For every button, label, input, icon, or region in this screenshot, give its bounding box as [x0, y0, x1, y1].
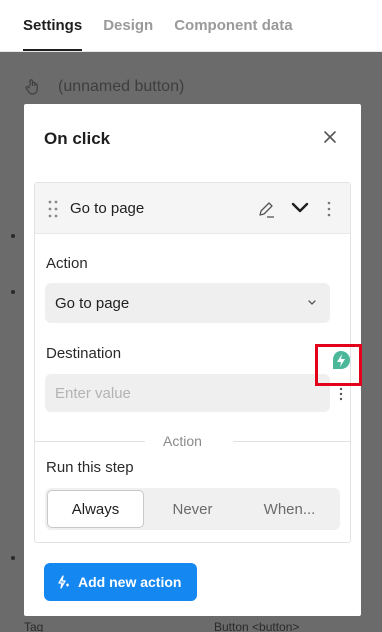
modal-title: On click [44, 129, 111, 148]
component-name: (unnamed button) [58, 78, 185, 95]
drag-handle-icon[interactable] [48, 200, 58, 218]
run-step-segmented-control: Always Never When... [45, 488, 340, 530]
tag-label: Tag [24, 620, 44, 632]
separator-label: Action [163, 433, 202, 449]
hand-pointer-icon [25, 79, 38, 95]
chevron-down-icon[interactable] [290, 201, 310, 215]
lightning-plus-icon [58, 575, 69, 589]
destination-input[interactable] [45, 374, 330, 412]
run-option-never[interactable]: Never [144, 490, 241, 528]
bullet [11, 556, 15, 560]
dynamic-value-icon[interactable] [331, 350, 351, 372]
action-step-card: Go to page Action Go to page Destination [34, 182, 351, 543]
action-select[interactable]: Go to page [45, 283, 330, 323]
component-row: (unnamed button) [24, 78, 184, 96]
tab-design[interactable]: Design [103, 17, 153, 51]
separator-line [233, 441, 350, 442]
step-title: Go to page [70, 200, 145, 217]
more-options-icon[interactable] [339, 387, 343, 401]
separator-line [35, 441, 145, 442]
step-header[interactable]: Go to page [35, 183, 350, 234]
more-options-icon[interactable] [327, 200, 331, 218]
action-select-value: Go to page [55, 295, 130, 312]
close-icon[interactable] [321, 128, 339, 146]
settings-tabs: Settings Design Component data [0, 0, 382, 52]
run-option-always[interactable]: Always [47, 490, 144, 528]
destination-label: Destination [46, 345, 122, 362]
bullet [11, 234, 15, 238]
run-step-label: Run this step [46, 459, 134, 476]
add-new-action-label: Add new action [78, 574, 182, 590]
tag-value: Button <button> [214, 620, 300, 632]
edit-pencil-icon[interactable] [257, 200, 275, 218]
chevron-down-icon [308, 300, 316, 305]
bullet [11, 290, 15, 294]
section-separator: Action [35, 433, 350, 449]
run-option-when[interactable]: When... [241, 490, 338, 528]
tab-component-data[interactable]: Component data [174, 17, 292, 51]
action-label: Action [46, 255, 88, 272]
on-click-modal: On click Go to page Action Go to page De… [24, 104, 361, 616]
add-new-action-button[interactable]: Add new action [44, 563, 197, 601]
tab-settings[interactable]: Settings [23, 17, 83, 51]
